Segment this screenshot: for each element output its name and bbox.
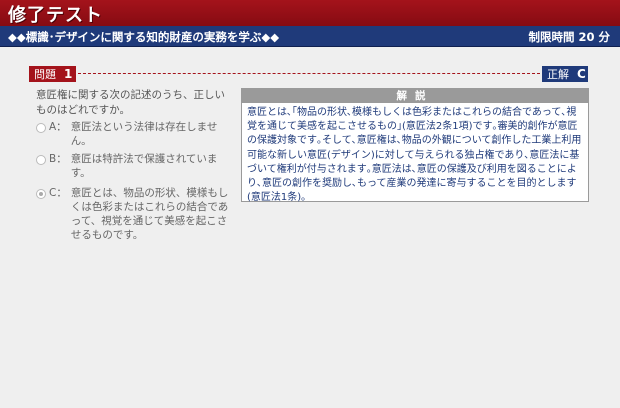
question-badge: 問題 1: [29, 66, 76, 82]
answer-label: 正解: [547, 68, 569, 81]
choice-c-text: 意匠とは、物品の形状、模様もしくは色彩またはこれらの結合であって、視覚を通じて美…: [70, 187, 229, 241]
radio-c[interactable]: [36, 189, 46, 199]
choice-a-key: A：: [49, 121, 67, 133]
question-text: 意匠権に関する次の記述のうち、正しいものはどれですか。: [36, 89, 225, 116]
choice-c-key: C：: [49, 187, 67, 199]
explanation-panel: 解説 意匠とは､｢物品の形状､模様もしくは色彩またはこれらの結合であって､視覚を…: [241, 88, 589, 204]
time-limit: 制限時間 20 分: [528, 30, 610, 44]
radio-a[interactable]: [36, 123, 46, 133]
question-label: 問題: [34, 68, 56, 81]
page-title: 修了テスト: [8, 5, 103, 26]
choice-c[interactable]: C： 意匠とは、物品の形状、模様もしくは色彩またはこれらの結合であって、視覚を通…: [36, 186, 236, 242]
topic-title: ◆◆標識･デザインに関する知的財産の実務を学ぶ◆◆: [8, 30, 280, 44]
explanation-text: 意匠とは､｢物品の形状､模様もしくは色彩またはこれらの結合であって､視覚を通じて…: [247, 107, 582, 204]
choice-b[interactable]: B： 意匠は特許法で保護されています。: [36, 152, 236, 180]
choice-b-text: 意匠は特許法で保護されています。: [70, 153, 218, 179]
answer-value: C: [577, 67, 586, 81]
radio-b[interactable]: [36, 155, 46, 165]
divider-dashed: [78, 73, 540, 74]
choice-b-key: B：: [49, 153, 67, 165]
question-number: 1: [64, 67, 73, 81]
choice-a-text: 意匠法という法律は存在しません。: [70, 121, 218, 147]
header-bar: 修了テスト: [0, 0, 620, 26]
topic-bar: ◆◆標識･デザインに関する知的財産の実務を学ぶ◆◆ 制限時間 20 分: [0, 26, 620, 47]
choice-a[interactable]: A： 意匠法という法律は存在しません。: [36, 120, 236, 148]
explanation-title: 解説: [242, 89, 588, 103]
answer-badge: 正解 C: [542, 66, 588, 82]
